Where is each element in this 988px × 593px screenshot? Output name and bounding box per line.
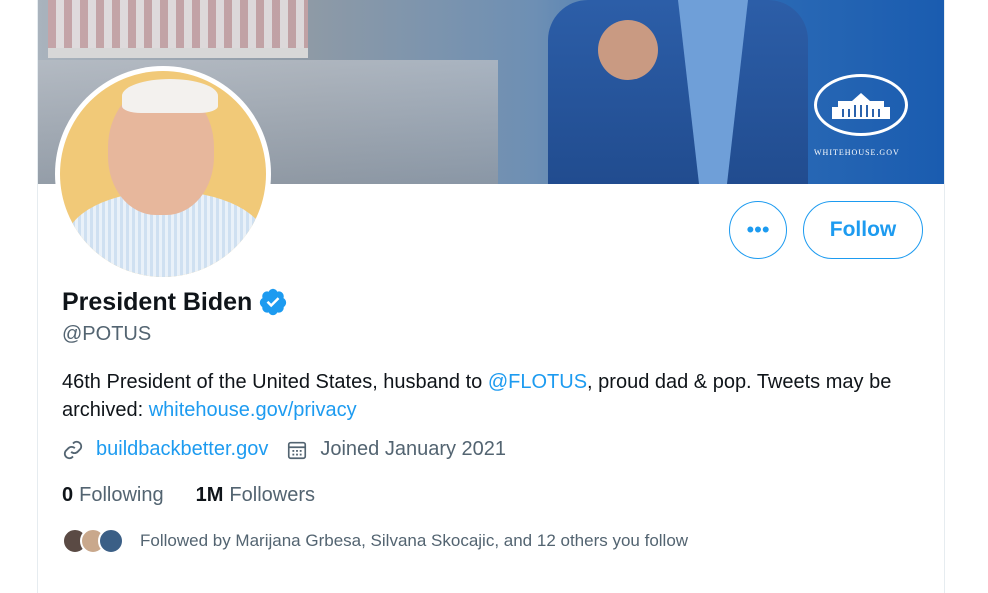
follow-counts: 0 Following 1M Followers (62, 484, 347, 507)
profile-meta: buildbackbetter.gov Joined January 2021 (62, 438, 506, 461)
white-house-logo-icon (814, 74, 908, 136)
calendar-icon (288, 441, 307, 459)
followers-count[interactable]: 1M Followers (196, 484, 315, 507)
follower-avatar (98, 528, 124, 554)
avatar[interactable] (55, 66, 271, 282)
followed-by[interactable]: Followed by Marijana Grbesa, Silvana Sko… (62, 528, 688, 554)
follow-button[interactable]: Follow (803, 201, 923, 259)
banner-fist (598, 20, 658, 80)
mention-link[interactable]: @FLOTUS (488, 371, 587, 393)
following-count[interactable]: 0 Following (62, 484, 164, 507)
followed-by-text: Followed by Marijana Grbesa, Silvana Sko… (140, 531, 689, 550)
profile-handle: @POTUS (62, 323, 152, 345)
verified-icon (260, 288, 287, 316)
more-button[interactable]: ••• (729, 201, 787, 259)
joined-date: Joined January 2021 (320, 438, 507, 460)
profile-bio: 46th President of the United States, hus… (62, 371, 892, 421)
more-icon: ••• (746, 217, 770, 242)
profile-name: President Biden (62, 287, 253, 316)
link-icon (63, 440, 83, 459)
banner-suit (548, 0, 808, 184)
banner-watermark: WHITEHOUSE.GOV (814, 148, 900, 157)
banner-flag (48, 0, 308, 48)
website-link[interactable]: buildbackbetter.gov (96, 438, 268, 461)
profile-name-row: President Biden (62, 287, 288, 317)
privacy-link[interactable]: whitehouse.gov/privacy (149, 399, 357, 421)
